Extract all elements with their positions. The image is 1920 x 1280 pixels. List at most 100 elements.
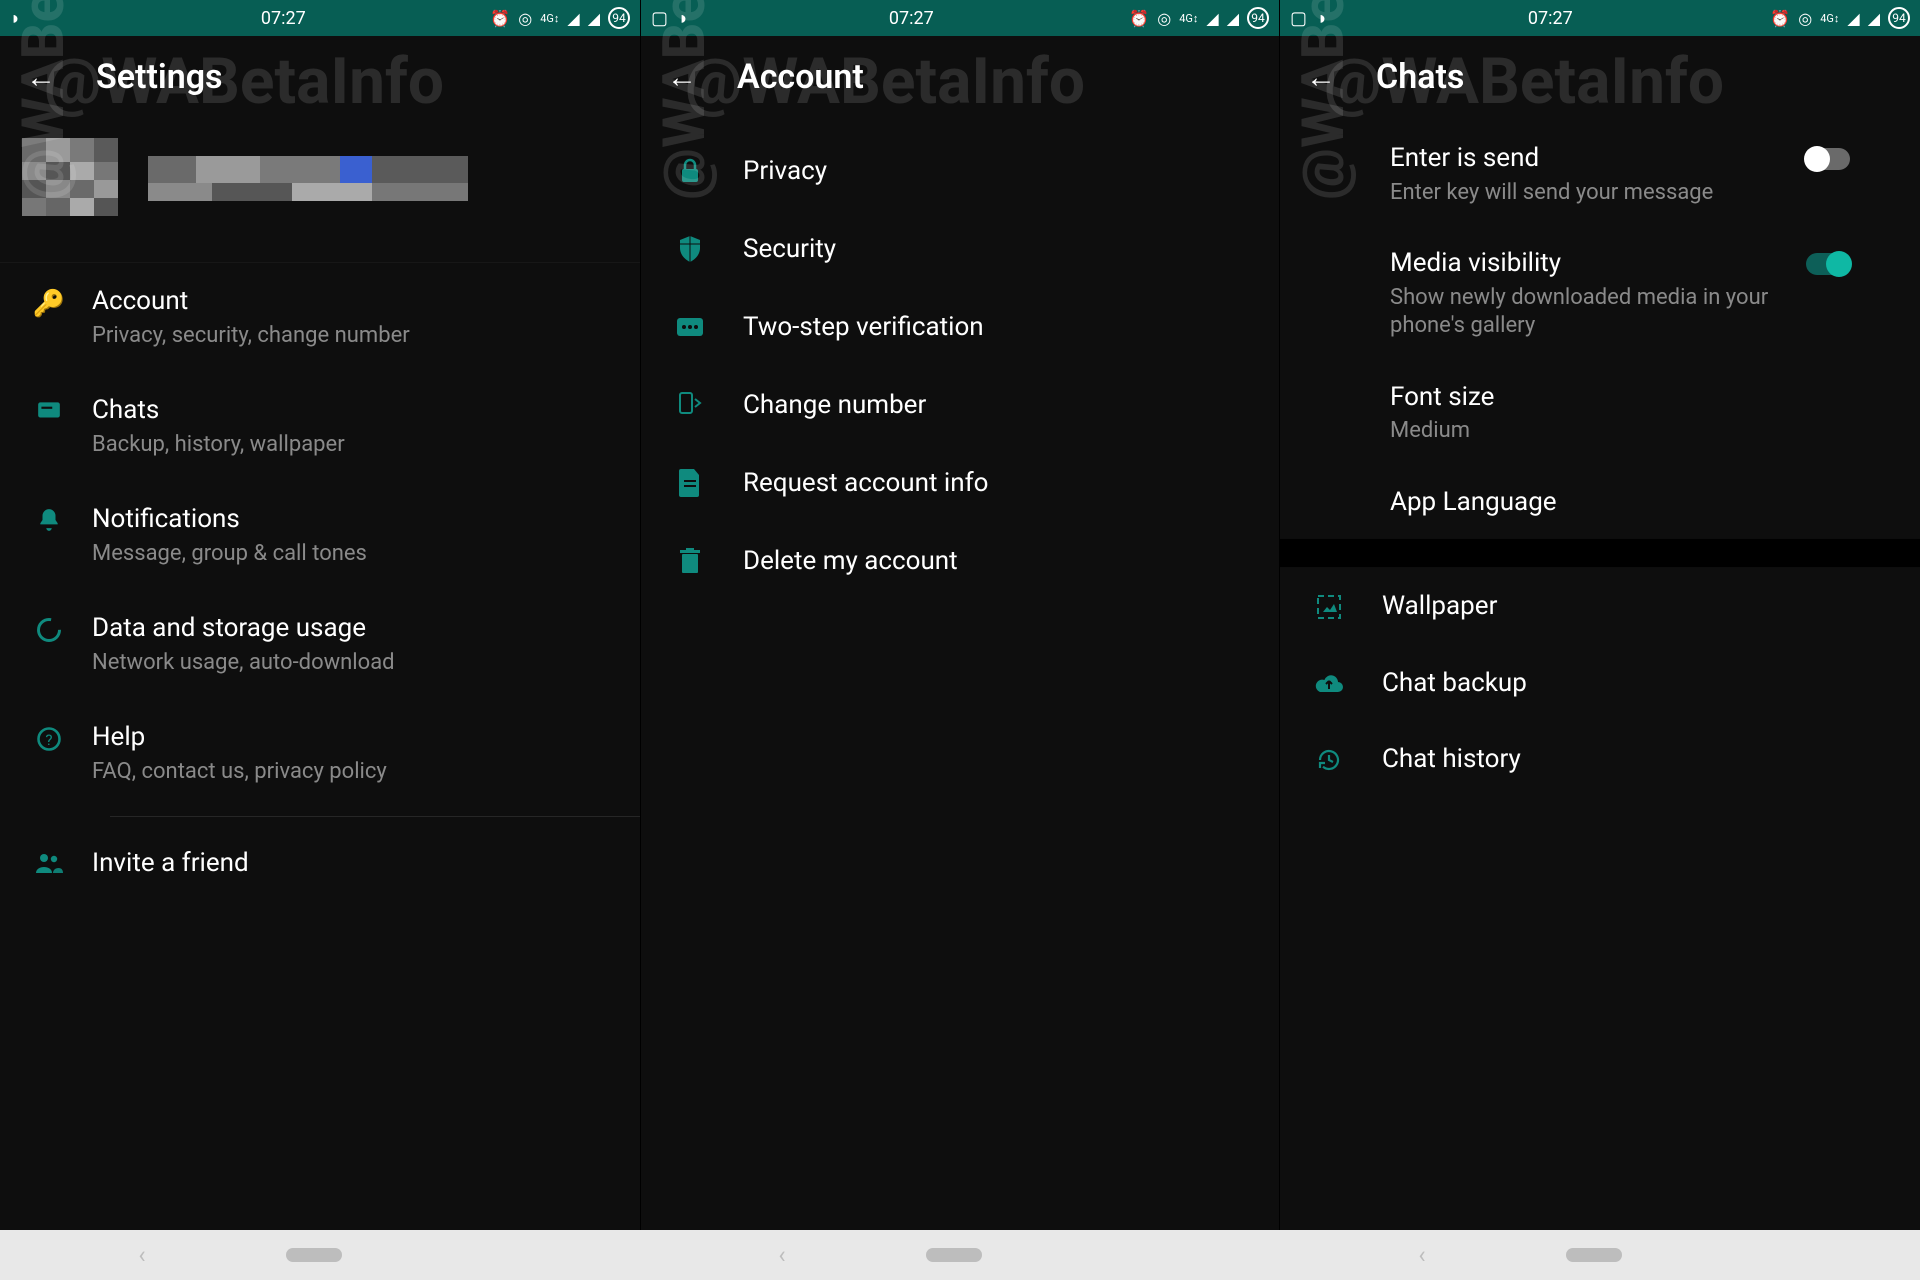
account-label: Privacy [743,156,827,186]
back-button[interactable]: ← [667,60,697,95]
nav-home-pill [286,1248,342,1262]
setting-title: Chats [92,394,345,427]
status-time: 07:27 [261,8,306,29]
back-button[interactable]: ← [26,60,56,95]
signal-icon: ◢ [1206,9,1218,28]
chats-item-wallpaper[interactable]: Wallpaper [1280,568,1920,645]
settings-item-data[interactable]: Data and storage usage Network usage, au… [0,590,640,699]
nav-back-icon: ‹ [138,1241,145,1269]
network-icon: 4G↕ [1820,12,1839,25]
signal-icon: ◢ [567,9,579,28]
profile-name-redacted [148,156,468,216]
account-item-change-number[interactable]: Change number [641,366,1279,444]
page-title: Account [737,57,864,97]
alarm-icon: ⏰ [1129,9,1149,28]
page-title: Settings [96,57,223,97]
hotspot-icon: ◎ [1798,9,1812,28]
settings-item-chats[interactable]: Chats Backup, history, wallpaper [0,372,640,481]
setting-sub: Backup, history, wallpaper [92,431,345,460]
app-bar: ← Chats [1280,36,1920,118]
app-indicator-icon: ◗ [1317,8,1328,29]
setting-title: Notifications [92,503,367,536]
signal-icon: ◢ [1868,9,1880,28]
phone-settings: @WABetaInfo @WABetaInfo ◗ 07:27 ⏰ ◎ 4G↕ … [0,0,640,1230]
chats-sub: Show newly downloaded media in your phon… [1390,284,1782,341]
people-icon [26,851,72,875]
nav-back-icon: ‹ [778,1241,785,1269]
account-item-request-info[interactable]: Request account info [641,444,1279,522]
alarm-icon: ⏰ [1770,9,1790,28]
status-bar: ▢ ◗ 07:27 ⏰ ◎ 4G↕ ◢ ◢ 94 [641,0,1279,36]
status-bar: ◗ 07:27 ⏰ ◎ 4G↕ ◢ ◢ 94 [0,0,640,36]
document-icon [667,469,713,497]
setting-sub: Privacy, security, change number [92,322,410,351]
chats-sub: Enter key will send your message [1390,179,1782,208]
cloud-upload-icon [1306,672,1352,694]
app-indicator-icon: ◗ [678,8,689,29]
key-icon: 🔑 [26,289,72,319]
chats-title: Media visibility [1390,247,1782,280]
chats-item-backup[interactable]: Chat backup [1280,645,1920,722]
page-title: Chats [1376,57,1464,97]
alarm-icon: ⏰ [490,9,510,28]
wallpaper-icon [1306,593,1352,621]
composite-footer: ‹ ‹ ‹ [0,1230,1920,1280]
toggle-media-visibility[interactable] [1806,253,1850,275]
chats-item-media-visibility[interactable]: Media visibility Show newly downloaded m… [1280,227,1920,361]
back-button[interactable]: ← [1306,60,1336,95]
divider [110,816,640,817]
data-usage-icon [26,616,72,644]
settings-item-help[interactable]: ? Help FAQ, contact us, privacy policy [0,699,640,808]
status-time: 07:27 [1528,8,1573,29]
account-label: Delete my account [743,546,958,576]
lock-icon [667,158,713,184]
account-item-delete[interactable]: Delete my account [641,522,1279,600]
account-item-security[interactable]: Security [641,210,1279,288]
chats-item-enter-send[interactable]: Enter is send Enter key will send your m… [1280,122,1920,227]
setting-title: Chat backup [1382,667,1527,700]
setting-sub: Network usage, auto-download [92,649,395,678]
chats-title: Font size [1390,381,1850,414]
account-label: Change number [743,390,926,420]
section-separator [1280,538,1920,568]
bell-icon [26,507,72,533]
nav-back-icon: ‹ [1418,1241,1425,1269]
account-label: Two-step verification [743,312,984,342]
chats-item-app-language[interactable]: App Language [1280,466,1920,539]
battery-badge: 94 [608,7,630,29]
settings-item-invite[interactable]: Invite a friend [0,825,640,902]
hotspot-icon: ◎ [518,9,532,28]
account-item-2step[interactable]: Two-step verification [641,288,1279,366]
phone-swap-icon [667,391,713,419]
battery-badge: 94 [1888,7,1910,29]
chats-item-font-size[interactable]: Font size Medium [1280,361,1920,466]
signal-icon: ◢ [1847,9,1859,28]
setting-sub: FAQ, contact us, privacy policy [92,758,387,787]
settings-item-account[interactable]: 🔑 Account Privacy, security, change numb… [0,263,640,372]
history-icon [1306,746,1352,774]
app-indicator-icon: ◗ [10,8,21,29]
hotspot-icon: ◎ [1157,9,1171,28]
setting-title: Invite a friend [92,847,249,880]
setting-title: Help [92,721,387,754]
chats-item-history[interactable]: Chat history [1280,721,1920,798]
image-icon: ▢ [1290,8,1307,29]
toggle-enter-send[interactable] [1806,148,1850,170]
chats-title: App Language [1390,486,1850,519]
account-item-privacy[interactable]: Privacy [641,132,1279,210]
chats-title: Enter is send [1390,142,1782,175]
pin-icon [667,318,713,336]
phone-chats: @WABetaInfo @WABetaInfo ▢ ◗ 07:27 ⏰ ◎ 4G… [1280,0,1920,1230]
account-label: Security [743,234,836,264]
settings-item-notifications[interactable]: Notifications Message, group & call tone… [0,481,640,590]
signal-icon: ◢ [1227,9,1239,28]
help-icon: ? [26,725,72,753]
setting-title: Chat history [1382,743,1521,776]
nav-home-pill [1566,1248,1622,1262]
image-icon: ▢ [651,8,668,29]
setting-title: Data and storage usage [92,612,395,645]
setting-title: Account [92,285,410,318]
status-bar: ▢ ◗ 07:27 ⏰ ◎ 4G↕ ◢ ◢ 94 [1280,0,1920,36]
account-label: Request account info [743,468,988,498]
profile-row[interactable] [0,122,640,263]
